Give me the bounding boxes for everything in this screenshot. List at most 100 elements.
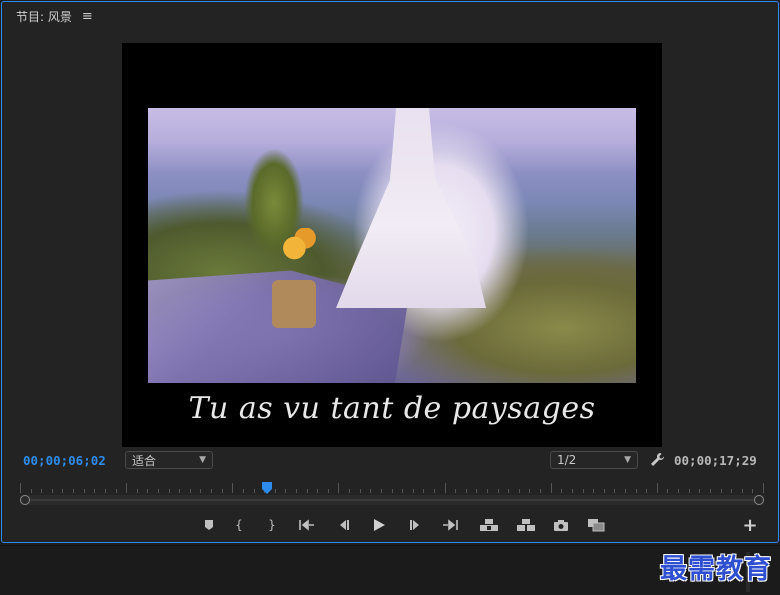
ruler-tick xyxy=(222,489,223,493)
ruler-tick xyxy=(338,483,339,493)
step-back-icon xyxy=(340,520,349,530)
dress-figure-shape xyxy=(336,108,486,308)
ruler-tick xyxy=(752,489,753,493)
ruler-tick xyxy=(94,489,95,493)
ruler-tick xyxy=(423,489,424,493)
basket-shape xyxy=(272,280,316,328)
ruler-tick xyxy=(147,489,148,493)
ruler-tick xyxy=(636,489,637,493)
ruler-tick xyxy=(614,489,615,493)
lift-button[interactable] xyxy=(467,514,511,536)
playhead-icon[interactable] xyxy=(261,479,273,494)
ruler-tick xyxy=(232,483,233,493)
ruler-tick xyxy=(540,489,541,493)
ruler-tick xyxy=(434,489,435,493)
program-monitor-panel: 节目: 风景 ≡ Tu as vu tant de paysages 00;00… xyxy=(1,1,779,543)
ruler-tick xyxy=(625,489,626,493)
ruler-tick xyxy=(646,489,647,493)
ruler-tick xyxy=(328,489,329,493)
play-button[interactable] xyxy=(361,514,397,536)
hamburger-icon[interactable]: ≡ xyxy=(82,9,93,24)
transport-controls: { } xyxy=(197,514,611,536)
extract-icon xyxy=(517,519,535,531)
ruler-tick xyxy=(243,489,244,493)
ruler-tick xyxy=(41,489,42,493)
ruler-tick xyxy=(20,483,21,493)
ruler-tick xyxy=(689,489,690,493)
ruler-tick xyxy=(296,489,297,493)
ruler-tick xyxy=(84,489,85,493)
ruler-tick xyxy=(763,483,764,493)
ruler-tick xyxy=(360,489,361,493)
go-to-in-icon xyxy=(299,519,314,531)
ruler-tick xyxy=(211,489,212,493)
ruler-tick xyxy=(487,489,488,493)
subtitle-text: Tu as vu tant de paysages xyxy=(188,391,596,426)
ruler-tick xyxy=(742,489,743,493)
ruler-tick xyxy=(561,489,562,493)
video-frame xyxy=(148,108,636,383)
play-icon xyxy=(374,519,385,531)
compare-icon xyxy=(588,519,605,532)
chevron-down-icon: ▼ xyxy=(199,455,206,465)
add-marker-button[interactable] xyxy=(197,514,221,536)
flowers-shape xyxy=(280,228,316,278)
compare-view-button[interactable] xyxy=(581,514,611,536)
ruler-tick xyxy=(137,489,138,493)
panel-header: 节目: 风景 ≡ xyxy=(16,7,93,25)
ruler-tick xyxy=(721,489,722,493)
ruler-tick xyxy=(169,489,170,493)
button-editor-add-button[interactable]: + xyxy=(740,514,760,536)
lift-icon xyxy=(480,519,498,531)
go-to-in-button[interactable] xyxy=(287,514,327,536)
ruler-tick xyxy=(699,489,700,493)
zoom-handle-right[interactable] xyxy=(754,495,764,505)
ruler-tick xyxy=(52,489,53,493)
ruler-tick xyxy=(667,489,668,493)
zoom-scroll-track xyxy=(26,499,758,501)
ruler-tick xyxy=(62,489,63,493)
ruler-tick xyxy=(105,489,106,493)
step-back-button[interactable] xyxy=(327,514,361,536)
export-frame-button[interactable] xyxy=(541,514,581,536)
zoom-select[interactable]: 适合 ▼ xyxy=(125,451,213,469)
ruler-tick xyxy=(200,489,201,493)
go-to-out-icon xyxy=(443,519,458,531)
go-to-out-button[interactable] xyxy=(433,514,467,536)
ruler-tick xyxy=(572,489,573,493)
zoom-scroll-bar[interactable] xyxy=(20,495,764,505)
ruler-tick xyxy=(413,489,414,493)
ruler-tick xyxy=(381,489,382,493)
resolution-select-value: 1/2 xyxy=(557,453,577,467)
ruler-tick xyxy=(519,489,520,493)
ruler-tick xyxy=(275,489,276,493)
ruler-tick xyxy=(31,489,32,493)
time-ruler[interactable] xyxy=(20,481,764,493)
ruler-tick xyxy=(307,489,308,493)
monitor-controls-row: 00;00;06;02 适合 ▼ 1/2 ▼ 00;00;17;29 xyxy=(2,450,780,472)
mark-out-button[interactable]: } xyxy=(257,514,287,536)
ruler-tick xyxy=(116,489,117,493)
panel-title[interactable]: 节目: 风景 xyxy=(16,8,72,25)
step-forward-icon xyxy=(410,520,419,530)
mark-in-button[interactable]: { xyxy=(221,514,257,536)
zoom-select-value: 适合 xyxy=(132,453,157,468)
ruler-tick xyxy=(402,489,403,493)
wrench-icon[interactable] xyxy=(648,451,666,469)
program-canvas[interactable]: Tu as vu tant de paysages xyxy=(122,43,662,447)
ruler-tick xyxy=(179,489,180,493)
ruler-tick xyxy=(466,489,467,493)
ruler-tick xyxy=(604,489,605,493)
ruler-tick xyxy=(445,483,446,493)
ruler-tick xyxy=(583,489,584,493)
ruler-tick xyxy=(657,483,658,493)
step-forward-button[interactable] xyxy=(397,514,433,536)
current-timecode[interactable]: 00;00;06;02 xyxy=(23,453,106,468)
ruler-tick xyxy=(731,489,732,493)
ruler-tick xyxy=(126,483,127,493)
zoom-handle-left[interactable] xyxy=(20,495,30,505)
resolution-select[interactable]: 1/2 ▼ xyxy=(550,451,638,469)
extract-button[interactable] xyxy=(511,514,541,536)
chevron-down-icon: ▼ xyxy=(624,455,631,465)
ruler-tick xyxy=(370,489,371,493)
